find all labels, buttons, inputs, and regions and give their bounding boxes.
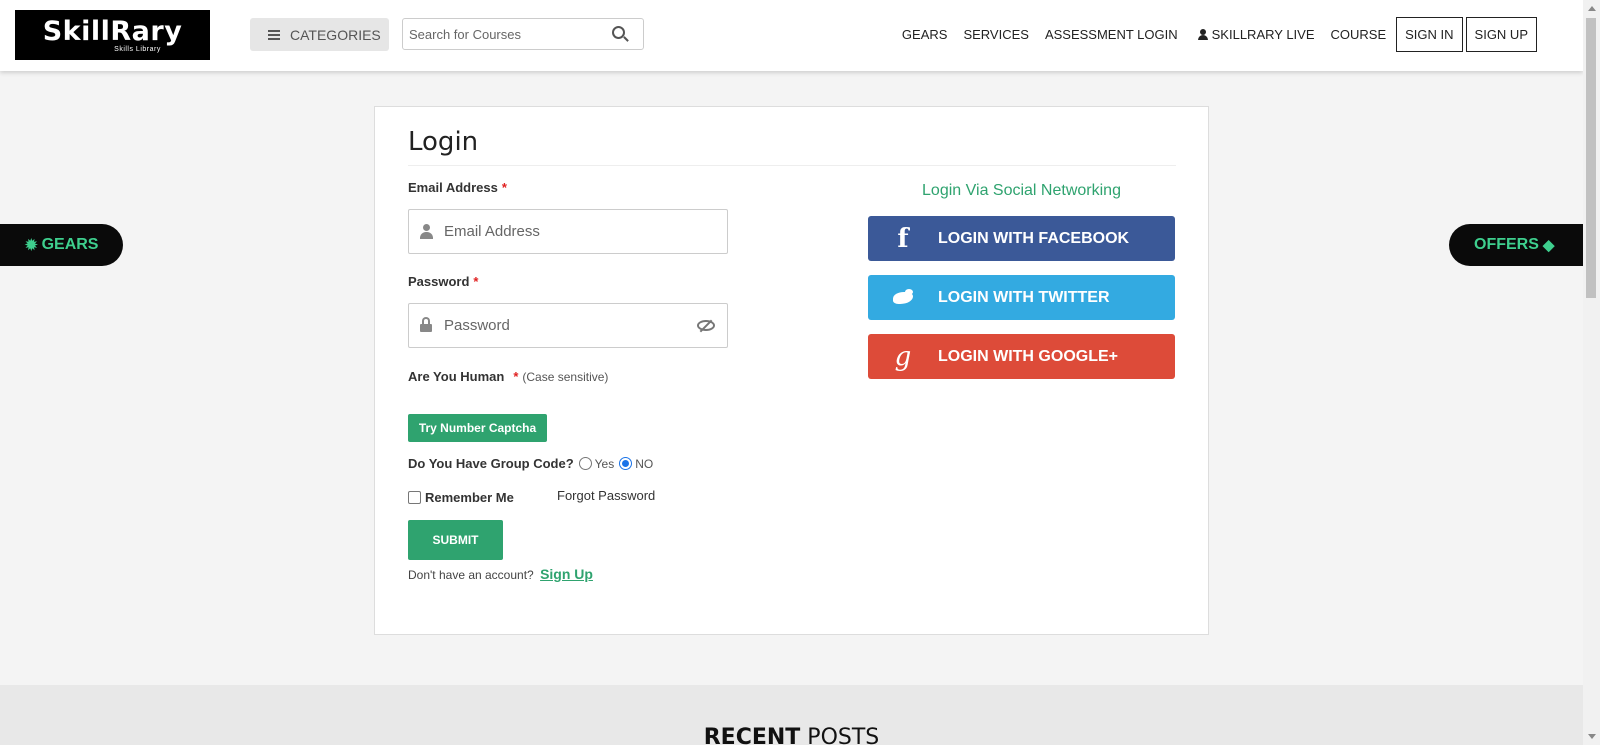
user-icon: [1197, 29, 1208, 40]
vertical-scrollbar[interactable]: [1583, 0, 1600, 745]
recent-posts-section: RECENT POSTS: [0, 685, 1583, 745]
nav-skillrary-live-label: SKILLRARY LIVE: [1211, 27, 1315, 42]
facebook-icon: f: [897, 223, 909, 254]
group-no-radio[interactable]: [619, 457, 633, 470]
google-login-label: LOGIN WITH GOOGLE+: [938, 347, 1118, 365]
password-label-text: Password: [408, 274, 470, 289]
nav-course[interactable]: COURSE: [1331, 27, 1387, 42]
recent-heading-rest: POSTS: [807, 725, 880, 745]
page-title: Login: [408, 127, 479, 157]
sign-up-link[interactable]: Sign Up: [540, 566, 593, 582]
search-input[interactable]: [403, 19, 593, 49]
password-input[interactable]: [444, 304, 684, 347]
group-code-row: Do You Have Group Code? Yes NO: [408, 456, 653, 471]
offers-side-tab[interactable]: OFFERS ◆: [1449, 224, 1583, 266]
sign-in-button[interactable]: SIGN IN: [1396, 17, 1463, 52]
email-label-text: Email Address: [408, 180, 498, 195]
password-label: Password *: [408, 274, 478, 289]
google-login-button[interactable]: g LOGIN WITH GOOGLE+: [868, 334, 1175, 379]
gears-side-label: GEARS: [41, 236, 99, 253]
social-title: Login Via Social Networking: [922, 182, 1121, 199]
tag-icon: ◆: [1542, 237, 1555, 254]
email-field: [408, 209, 728, 254]
gears-side-tab[interactable]: ✹ GEARS: [0, 224, 123, 266]
recent-posts-heading: RECENT POSTS: [0, 725, 1583, 745]
scroll-up-arrow-icon[interactable]: [1588, 6, 1596, 11]
login-card: Login Email Address* Password* Are You H…: [374, 106, 1209, 635]
scrollbar-thumb[interactable]: [1586, 18, 1596, 298]
categories-button[interactable]: CATEGORIES: [250, 18, 389, 51]
twitter-login-label: LOGIN WITH TWITTER: [938, 288, 1110, 306]
eye-slash-icon[interactable]: [697, 320, 715, 331]
nav-skillrary-live[interactable]: SKILLRARY LIVE: [1197, 27, 1315, 42]
password-field: [408, 303, 728, 348]
title-divider: [408, 165, 1176, 166]
human-label-text: Are You Human: [408, 369, 505, 384]
required-mark: *: [501, 180, 507, 195]
nav-services[interactable]: SERVICES: [963, 27, 1029, 42]
forgot-password-link[interactable]: Forgot Password: [557, 488, 655, 503]
nav-assessment-login[interactable]: ASSESSMENT LOGIN: [1045, 27, 1178, 42]
submit-button[interactable]: SUBMIT: [408, 520, 503, 560]
required-mark: *: [513, 369, 519, 384]
logo-tagline: Skills Library: [114, 46, 161, 53]
nav-gears[interactable]: GEARS: [902, 27, 948, 42]
skillrary-logo[interactable]: SkillRary Skills Library: [15, 10, 210, 60]
case-note: (Case sensitive): [522, 370, 609, 384]
google-plus-icon: g: [894, 341, 912, 372]
facebook-login-label: LOGIN WITH FACEBOOK: [938, 229, 1130, 247]
group-code-label: Do You Have Group Code?: [408, 456, 574, 471]
scroll-down-arrow-icon[interactable]: [1588, 734, 1596, 739]
email-input[interactable]: [444, 210, 684, 253]
group-no-label: NO: [635, 456, 654, 471]
hamburger-icon: [268, 28, 280, 42]
gear-icon: ✹: [25, 237, 38, 254]
facebook-login-button[interactable]: f LOGIN WITH FACEBOOK: [868, 216, 1175, 261]
twitter-icon: [868, 283, 938, 313]
offers-side-label: OFFERS: [1474, 236, 1539, 253]
sign-up-button[interactable]: SIGN UP: [1465, 17, 1537, 52]
human-label: Are You Human * (Case sensitive): [408, 369, 608, 384]
search-box: [402, 18, 644, 50]
no-account-text: Don't have an account?: [408, 568, 534, 582]
required-mark: *: [473, 274, 479, 289]
remember-label: Remember Me: [425, 490, 514, 505]
logo-text: SkillRary: [42, 16, 183, 47]
remember-me: Remember Me: [408, 490, 514, 505]
group-yes-radio[interactable]: [578, 457, 592, 470]
recent-heading-bold: RECENT: [703, 725, 801, 745]
lock-icon: [420, 317, 432, 332]
twitter-login-button[interactable]: LOGIN WITH TWITTER: [868, 275, 1175, 320]
group-yes-label: Yes: [594, 456, 615, 471]
user-icon: [420, 224, 433, 239]
site-header: SkillRary Skills Library CATEGORIES GEAR…: [0, 0, 1583, 71]
categories-label: CATEGORIES: [290, 26, 381, 43]
no-account-row: Don't have an account? Sign Up: [408, 566, 593, 582]
remember-checkbox[interactable]: [408, 491, 421, 504]
top-nav: GEARS SERVICES ASSESSMENT LOGIN SKILLRAR…: [886, 17, 1537, 52]
email-label: Email Address *: [408, 180, 507, 195]
try-captcha-button[interactable]: Try Number Captcha: [408, 414, 547, 442]
search-icon[interactable]: [612, 26, 625, 39]
